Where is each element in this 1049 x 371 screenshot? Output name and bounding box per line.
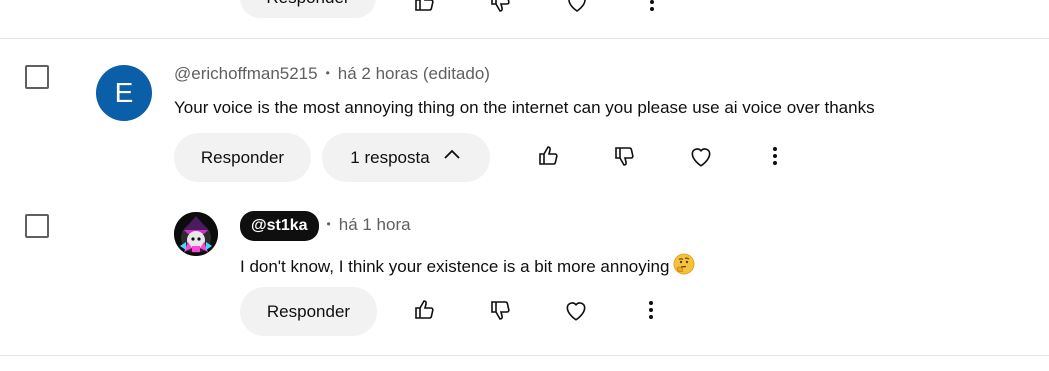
- like-icon: [537, 144, 561, 173]
- previous-comment-actions: Responder: [0, 0, 1049, 38]
- comment-meta: @st1ka • há 1 hora: [240, 211, 411, 241]
- replies-toggle-button[interactable]: 1 resposta: [322, 133, 490, 182]
- comment-time[interactable]: há 1 hora: [339, 215, 411, 234]
- comment-text: Your voice is the most annoying thing on…: [174, 98, 875, 117]
- comment-meta: @erichoffman5215 • há 2 horas (editado): [174, 64, 490, 84]
- heart-button[interactable]: [556, 292, 596, 332]
- dislike-button[interactable]: [481, 292, 521, 332]
- select-checkbox[interactable]: [25, 65, 49, 89]
- more-icon: [763, 144, 787, 173]
- more-actions-button[interactable]: [755, 138, 795, 178]
- heart-icon: [563, 297, 589, 328]
- like-icon: [413, 298, 437, 327]
- like-button[interactable]: [529, 138, 569, 178]
- comment-text: I don't know, I think your existence is …: [240, 253, 695, 280]
- chevron-up-icon: [442, 135, 462, 184]
- author-handle[interactable]: @st1ka: [240, 211, 319, 241]
- more-icon: [639, 298, 663, 327]
- thinking-face-emoji: [673, 253, 695, 280]
- reply-button[interactable]: Responder: [240, 0, 376, 18]
- heart-icon: [688, 143, 714, 174]
- separator-dot: •: [326, 217, 331, 231]
- more-actions-button[interactable]: [631, 292, 671, 332]
- replies-count-label: 1 resposta: [350, 148, 430, 167]
- avatar[interactable]: [174, 212, 218, 256]
- dislike-icon: [613, 144, 637, 173]
- dislike-button[interactable]: [605, 138, 645, 178]
- separator-dot: •: [325, 66, 330, 80]
- avatar-image: [174, 212, 218, 256]
- divider: [0, 355, 1049, 356]
- comments-section: Responder E @erichoffman5215 • há 2 horas …: [0, 0, 1049, 371]
- reply-button[interactable]: Responder: [174, 133, 311, 182]
- like-button[interactable]: [405, 292, 445, 332]
- heart-icon[interactable]: [565, 0, 589, 14]
- comment-body: I don't know, I think your existence is …: [240, 257, 670, 276]
- heart-button[interactable]: [681, 138, 721, 178]
- like-icon[interactable]: [413, 0, 437, 14]
- avatar[interactable]: E: [96, 65, 152, 121]
- dislike-icon[interactable]: [489, 0, 513, 14]
- more-icon[interactable]: [640, 0, 664, 14]
- author-handle[interactable]: @erichoffman5215: [174, 64, 318, 83]
- dislike-icon: [489, 298, 513, 327]
- reply-button[interactable]: Responder: [240, 287, 377, 336]
- select-checkbox[interactable]: [25, 214, 49, 238]
- comment-time[interactable]: há 2 horas (editado): [338, 64, 490, 83]
- divider: [0, 38, 1049, 39]
